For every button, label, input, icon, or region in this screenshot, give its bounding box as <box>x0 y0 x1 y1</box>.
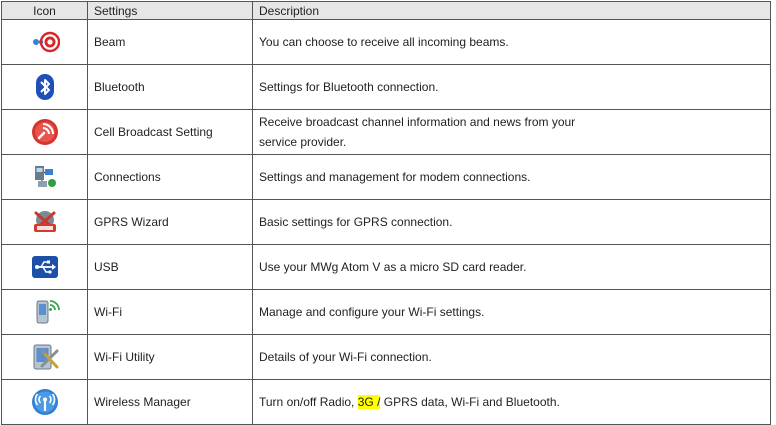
table-row: Connections Settings and management for … <box>1 154 771 200</box>
highlighted-text: 3G / <box>357 395 381 409</box>
document-page: Icon Settings Description Beam You can c… <box>0 0 776 425</box>
description-line-2: service provider. <box>259 135 347 149</box>
connections-icon <box>34 166 56 187</box>
setting-description: Settings and management for modem connec… <box>252 154 771 200</box>
setting-name: Beam <box>87 19 253 65</box>
table-row: USB Use your MWg Atom V as a micro SD ca… <box>1 244 771 290</box>
icon-cell <box>1 289 88 335</box>
icon-cell <box>1 64 88 110</box>
setting-name: Connections <box>87 154 253 200</box>
setting-name: Bluetooth <box>87 64 253 110</box>
icon-cell <box>1 109 88 155</box>
wifi-icon <box>36 300 60 324</box>
icon-cell <box>1 154 88 200</box>
setting-description: Basic settings for GPRS connection. <box>252 199 771 245</box>
table-row: Bluetooth Settings for Bluetooth connect… <box>1 64 771 110</box>
setting-name: USB <box>87 244 253 290</box>
setting-description: You can choose to receive all incoming b… <box>252 19 771 65</box>
icon-cell <box>1 244 88 290</box>
usb-icon <box>31 256 58 278</box>
setting-name: Cell Broadcast Setting <box>87 109 253 155</box>
table-row: Cell Broadcast Setting Receive broadcast… <box>1 109 771 155</box>
table-row: Beam You can choose to receive all incom… <box>1 19 771 65</box>
header-description: Description <box>252 1 771 20</box>
table-row: Wi-Fi Manage and configure your Wi-Fi se… <box>1 289 771 335</box>
setting-description: Use your MWg Atom V as a micro SD card r… <box>252 244 771 290</box>
cell-broadcast-icon <box>31 119 58 145</box>
wifi-utility-icon <box>33 344 58 370</box>
description-text-before: Turn on/off Radio, <box>259 395 358 409</box>
icon-cell <box>1 334 88 380</box>
settings-table: Icon Settings Description Beam You can c… <box>1 1 771 425</box>
table-row: Wireless Manager Turn on/off Radio, 3G /… <box>1 379 771 425</box>
setting-description: Manage and configure your Wi-Fi settings… <box>252 289 771 335</box>
setting-description: Details of your Wi-Fi connection. <box>252 334 771 380</box>
icon-cell <box>1 199 88 245</box>
gprs-wizard-icon <box>33 211 56 232</box>
bluetooth-icon <box>35 74 54 100</box>
description-text-after: GPRS data, Wi-Fi and Bluetooth. <box>380 395 560 409</box>
table-header-row: Icon Settings Description <box>1 1 771 20</box>
table-row: Wi-Fi Utility Details of your Wi-Fi conn… <box>1 334 771 380</box>
header-icon: Icon <box>1 1 88 20</box>
description-line-1: Receive broadcast channel information an… <box>259 115 576 129</box>
setting-name: Wi-Fi Utility <box>87 334 253 380</box>
wireless-manager-icon <box>31 389 58 415</box>
setting-description: Settings for Bluetooth connection. <box>252 64 771 110</box>
setting-name: Wireless Manager <box>87 379 253 425</box>
beam-icon <box>32 31 60 53</box>
setting-description: Receive broadcast channel information an… <box>252 109 771 155</box>
setting-name: Wi-Fi <box>87 289 253 335</box>
icon-cell <box>1 379 88 425</box>
setting-description: Turn on/off Radio, 3G / GPRS data, Wi-Fi… <box>252 379 771 425</box>
setting-name: GPRS Wizard <box>87 199 253 245</box>
icon-cell <box>1 19 88 65</box>
table-row: GPRS Wizard Basic settings for GPRS conn… <box>1 199 771 245</box>
header-settings: Settings <box>87 1 253 20</box>
